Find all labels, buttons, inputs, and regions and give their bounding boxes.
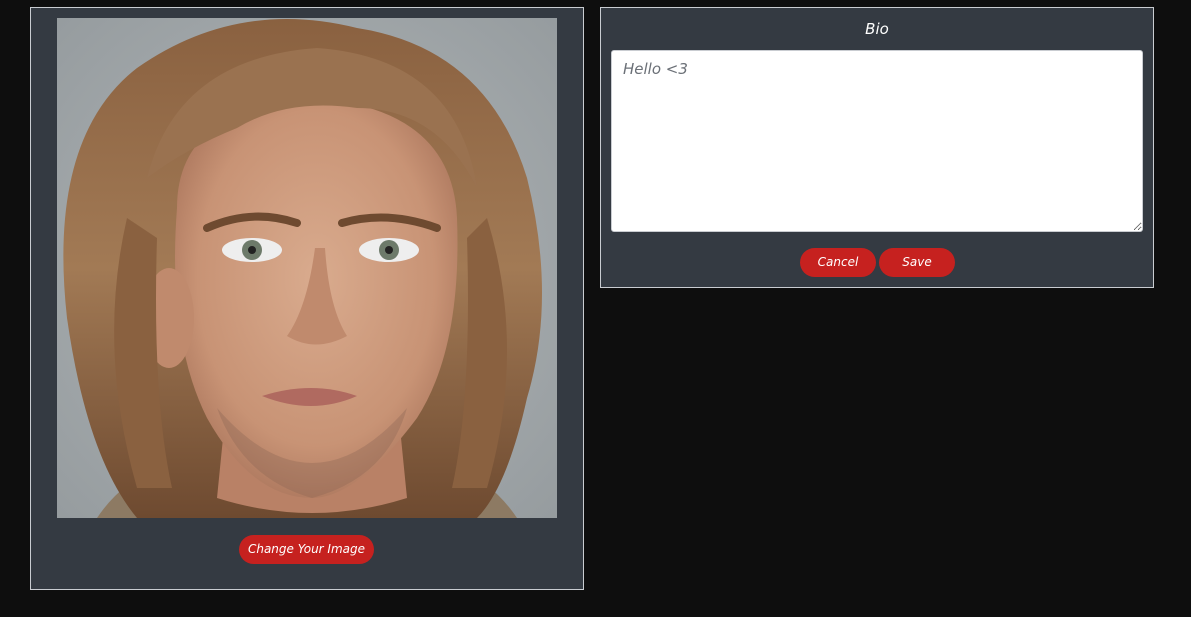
bio-panel: Bio Cancel Save bbox=[600, 7, 1154, 288]
save-button[interactable]: Save bbox=[879, 248, 955, 277]
bio-textarea[interactable] bbox=[611, 50, 1143, 232]
change-image-button[interactable]: Change Your Image bbox=[239, 535, 374, 564]
cancel-button[interactable]: Cancel bbox=[800, 248, 876, 277]
profile-image-panel: Change Your Image bbox=[30, 7, 584, 590]
profile-image bbox=[57, 18, 557, 518]
bio-title: Bio bbox=[865, 20, 889, 38]
